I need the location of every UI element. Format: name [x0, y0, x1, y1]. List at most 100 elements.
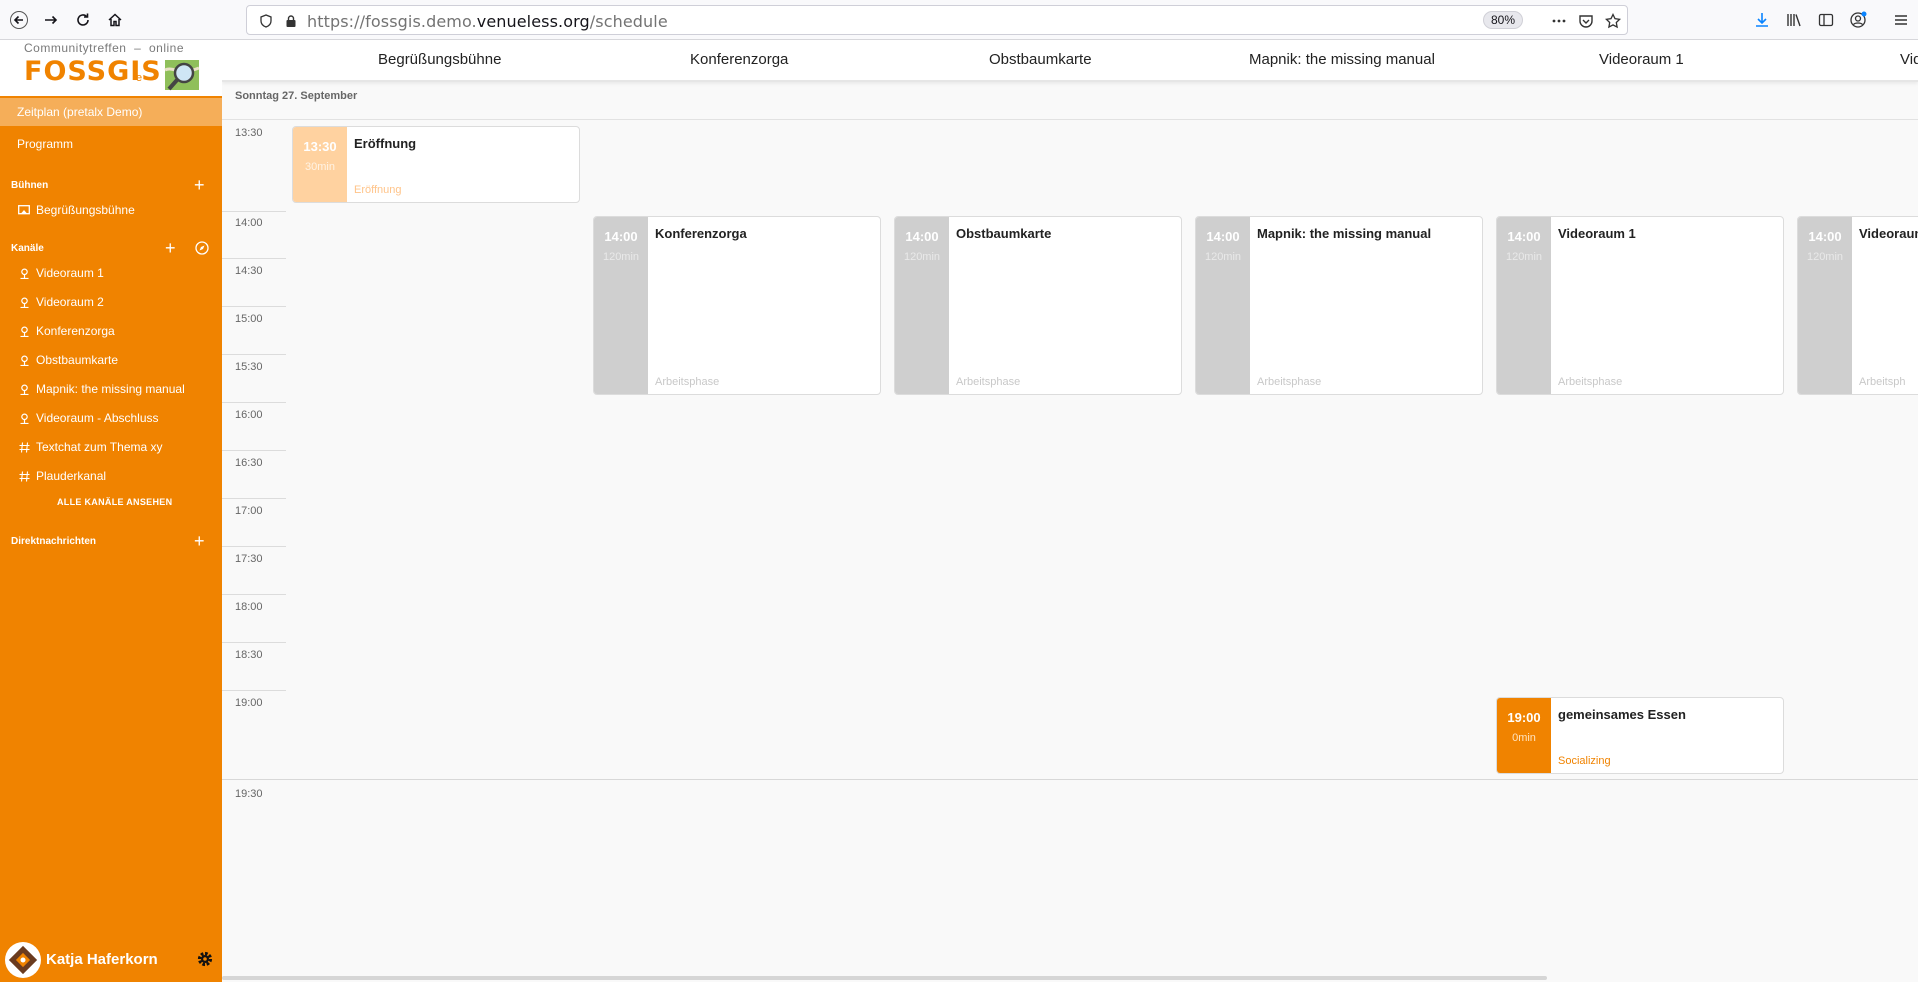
url-prefix: https://fossgis.demo.	[307, 12, 477, 31]
channel-label: Plauderkanal	[36, 469, 107, 483]
fossgis-logo[interactable]: Communitytreffen – online FOSSGIS e	[0, 40, 222, 96]
channel-item-konferenzorga[interactable]: Konferenzorga	[18, 321, 115, 341]
more-actions-icon[interactable]	[1550, 12, 1568, 30]
session-card-videoraum-partial[interactable]: 14:00 120min Videoraum Arbeitsph	[1797, 216, 1918, 395]
pocket-icon[interactable]	[1577, 12, 1595, 30]
stage-label: Begrüßungsbühne	[36, 203, 135, 217]
logo-tagline: Communitytreffen – online	[24, 41, 185, 55]
session-start-time: 13:30	[303, 139, 337, 154]
video-room-icon	[18, 412, 30, 424]
add-direct-message-button[interactable]: +	[194, 532, 205, 550]
time-tick	[222, 690, 286, 691]
session-duration: 0min	[1512, 732, 1536, 744]
room-header-row: Begrüßungsbühne Konferenzorga Obstbaumka…	[222, 40, 1918, 82]
reload-icon	[77, 13, 89, 26]
menu-icon[interactable]	[1890, 9, 1912, 31]
session-start-time: 14:00	[1206, 229, 1240, 244]
session-track: Eröffnung	[354, 184, 402, 196]
nav-item-zeitplan[interactable]: Zeitplan (pretalx Demo)	[0, 98, 222, 126]
lock-icon[interactable]	[282, 12, 300, 30]
sidebar: Communitytreffen – online FOSSGIS e Zeit…	[0, 40, 222, 982]
channel-item-plauderkanal[interactable]: Plauderkanal	[18, 466, 106, 486]
room-header-videoraum-1[interactable]: Videoraum 1	[1599, 51, 1684, 68]
session-duration: 120min	[602, 251, 640, 263]
library-icon[interactable]	[1783, 9, 1805, 31]
session-card-mapnik[interactable]: 14:00 120min Mapnik: the missing manual …	[1195, 216, 1483, 395]
session-card-konferenzorga[interactable]: 14:00 120min Konferenzorga Arbeitsphase	[593, 216, 881, 395]
back-arrow-icon	[10, 11, 28, 29]
stage-icon	[18, 204, 30, 216]
bookmark-star-icon[interactable]	[1604, 12, 1622, 30]
session-card-videoraum-1[interactable]: 14:00 120min Videoraum 1 Arbeitsphase	[1496, 216, 1784, 395]
url-domain: venueless.org	[476, 12, 590, 31]
horizontal-scrollbar[interactable]	[222, 976, 1547, 980]
video-room-icon	[18, 354, 30, 366]
zoom-level[interactable]: 80%	[1483, 11, 1524, 29]
channel-item-videoraum-1[interactable]: Videoraum 1	[18, 263, 104, 283]
reload-button[interactable]	[69, 6, 97, 34]
session-track: Arbeitsph	[1859, 376, 1906, 388]
gear-icon[interactable]	[196, 950, 216, 970]
video-room-icon	[18, 383, 30, 395]
session-card-eroeffnung[interactable]: 13:30 30min Eröffnung Eröffnung	[292, 126, 580, 203]
channel-item-videoraum-2[interactable]: Videoraum 2	[18, 292, 104, 312]
session-card-obstbaumkarte[interactable]: 14:00 120min Obstbaumkarte Arbeitsphase	[894, 216, 1182, 395]
shield-icon[interactable]	[257, 12, 275, 30]
avatar-pattern-icon	[8, 945, 38, 975]
room-header-obstbaumkarte[interactable]: Obstbaumkarte	[989, 51, 1092, 68]
back-button[interactable]	[5, 6, 33, 34]
session-start-time: 14:00	[604, 229, 638, 244]
user-profile[interactable]: Katja Haferkorn	[0, 940, 222, 982]
video-room-icon	[18, 267, 30, 279]
address-bar[interactable]: https://fossgis.demo.venueless.org/sched…	[246, 5, 1628, 35]
channel-item-textchat[interactable]: Textchat zum Thema xy	[18, 437, 163, 457]
session-track: Arbeitsphase	[956, 376, 1021, 388]
time-tick	[222, 402, 286, 403]
direct-messages-heading: Direktnachrichten	[11, 536, 97, 547]
room-header-videoraum-partial[interactable]: Vid	[1900, 51, 1918, 68]
sidebar-toggle-icon[interactable]	[1815, 9, 1837, 31]
room-header-mapnik[interactable]: Mapnik: the missing manual	[1249, 51, 1435, 68]
session-duration: 120min	[1806, 251, 1844, 263]
forward-button[interactable]	[37, 6, 65, 34]
nav-item-programm[interactable]: Programm	[0, 134, 222, 156]
channel-item-mapnik[interactable]: Mapnik: the missing manual	[18, 379, 185, 399]
time-tick	[222, 450, 286, 451]
time-tick	[222, 306, 286, 307]
channel-item-obstbaumkarte[interactable]: Obstbaumkarte	[18, 350, 118, 370]
session-start-time: 14:00	[905, 229, 939, 244]
video-room-icon	[18, 325, 30, 337]
session-duration: 120min	[1505, 251, 1543, 263]
forward-arrow-icon	[45, 15, 58, 25]
all-channels-link[interactable]: ALLE KANÄLE ANSEHEN	[57, 497, 172, 507]
room-header-begruessungsbuehne[interactable]: Begrüßungsbühne	[378, 51, 501, 68]
channel-item-videoraum-abschluss[interactable]: Videoraum - Abschluss	[18, 408, 159, 428]
session-start-time: 19:00	[1507, 710, 1541, 725]
stage-item-begruessungsbuehne[interactable]: Begrüßungsbühne	[18, 200, 135, 220]
account-icon[interactable]	[1847, 9, 1869, 31]
time-label: 13:30	[235, 127, 263, 139]
explore-channels-icon[interactable]	[195, 241, 209, 255]
channel-label: Obstbaumkarte	[36, 353, 119, 367]
session-track: Arbeitsphase	[1257, 376, 1322, 388]
time-tick	[222, 211, 286, 212]
time-label: 19:30	[235, 788, 263, 800]
time-label: 14:30	[235, 265, 263, 277]
channel-label: Videoraum 1	[36, 266, 104, 280]
add-channel-button[interactable]: +	[165, 239, 176, 257]
downloads-icon[interactable]	[1751, 9, 1773, 31]
time-tick	[222, 354, 286, 355]
avatar[interactable]	[5, 942, 41, 978]
room-header-konferenzorga[interactable]: Konferenzorga	[690, 51, 788, 68]
session-start-time: 14:00	[1808, 229, 1842, 244]
home-button[interactable]	[101, 6, 129, 34]
session-title: Videoraum 1	[1558, 226, 1636, 241]
channel-label: Mapnik: the missing manual	[36, 382, 185, 396]
time-label: 17:00	[235, 505, 263, 517]
time-label: 16:00	[235, 409, 263, 421]
channel-label: Videoraum - Abschluss	[36, 411, 159, 425]
time-label: 14:00	[235, 217, 263, 229]
session-card-gemeinsames-essen[interactable]: 19:00 0min gemeinsames Essen Socializing	[1496, 697, 1784, 774]
add-stage-button[interactable]: +	[194, 176, 205, 194]
time-label: 16:30	[235, 457, 263, 469]
